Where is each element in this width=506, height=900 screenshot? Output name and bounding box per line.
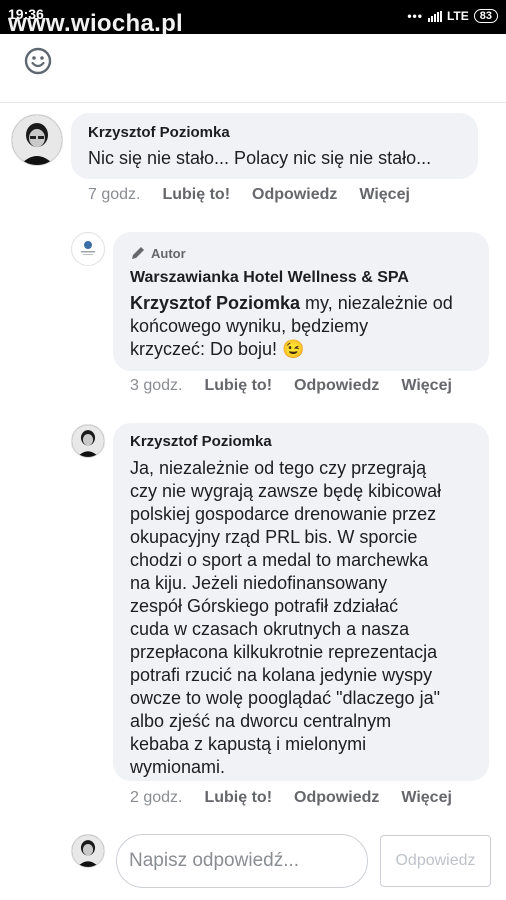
- like-button[interactable]: Lubię to!: [204, 789, 272, 807]
- comment-text-line: na kiju. Jeżeli niedofinansowany: [130, 573, 388, 593]
- comment-text-line: chodzi o sport a medal to marchewka: [130, 550, 429, 570]
- like-button[interactable]: Lubię to!: [162, 186, 230, 204]
- comment-text-line: zespół Górskiego potrafił zdziałać: [130, 596, 399, 616]
- comment-time[interactable]: 2 godz.: [130, 789, 182, 807]
- user-photo-icon: [12, 115, 62, 165]
- reply-link[interactable]: Odpowiedz: [294, 789, 379, 807]
- comment-toolbar: [0, 34, 506, 103]
- mention-link[interactable]: Krzysztof Poziomka: [130, 293, 300, 313]
- comment-text-line: wymionami.: [130, 757, 226, 777]
- comment-text: Nic się nie stało... Polacy nic się nie …: [88, 148, 432, 168]
- more-link[interactable]: Więcej: [359, 186, 410, 204]
- comment-text-line: Ja, niezależnie od tego czy przegrają: [130, 458, 427, 478]
- user-photo-icon: [72, 425, 104, 457]
- comment-time[interactable]: 7 godz.: [88, 186, 140, 204]
- wink-emoji-icon: 😉: [282, 339, 305, 359]
- hotel-logo-icon: [81, 241, 95, 255]
- comment-text-line: cuda w czasach okrutnych a nasza: [130, 619, 410, 639]
- comment-text-line: owcze to wolę pooglądać "dlaczego ja": [130, 688, 440, 708]
- comment-bubble: Autor Warszawianka Hotel Wellness & SPA …: [113, 232, 489, 371]
- pencil-icon: [132, 247, 144, 259]
- comment-text: Ja, niezależnie od tego czy przegrają czy…: [130, 457, 485, 779]
- notification-dots-icon: •••: [407, 9, 423, 23]
- smiley-icon[interactable]: [23, 46, 53, 76]
- avatar[interactable]: [11, 114, 63, 166]
- comment-actions: 3 godz. Lubię to! Odpowiedz Więcej: [130, 377, 452, 395]
- network-type: LTE: [446, 9, 469, 23]
- hotel-logo[interactable]: [71, 232, 105, 266]
- signal-icon: [427, 10, 442, 22]
- comment-bubble: Krzysztof Poziomka Ja, niezależnie od te…: [113, 423, 489, 781]
- reply-link[interactable]: Odpowiedz: [294, 377, 379, 395]
- comment-author[interactable]: Krzysztof Poziomka: [130, 433, 272, 450]
- comment-bubble: Krzysztof Poziomka Nic się nie stało... …: [71, 113, 478, 179]
- comment-text-line: albo zjeść na dworcu centralnym: [130, 711, 392, 731]
- more-link[interactable]: Więcej: [401, 377, 452, 395]
- comment-actions: 7 godz. Lubię to! Odpowiedz Więcej: [88, 186, 410, 204]
- author-badge-label: Autor: [151, 245, 186, 261]
- avatar[interactable]: [71, 834, 105, 868]
- comment-text-line: polskiej gospodarce drenowanie przez: [130, 504, 437, 524]
- author-badge: Autor: [130, 245, 186, 261]
- comment-text-line: czy nie wygrają zawsze będę kibicował: [130, 481, 442, 501]
- comment-actions: 2 godz. Lubię to! Odpowiedz Więcej: [130, 789, 452, 807]
- reply-input[interactable]: Napisz odpowiedź...: [116, 834, 368, 888]
- more-link[interactable]: Więcej: [401, 789, 452, 807]
- battery-indicator: 83: [473, 9, 498, 23]
- comment-text-line: potrafi rzucić na kolana jedynie wyspy: [130, 665, 433, 685]
- comment-text-line: kebaba z kapustą i mielonymi: [130, 734, 367, 754]
- like-button[interactable]: Lubię to!: [204, 377, 272, 395]
- comment-text: Krzysztof Poziomka my, niezależnie od ko…: [130, 293, 453, 359]
- comment-time[interactable]: 3 godz.: [130, 377, 182, 395]
- reply-submit-button[interactable]: Odpowiedz: [380, 835, 491, 887]
- comment-author[interactable]: Warszawianka Hotel Wellness & SPA: [130, 269, 409, 287]
- comment-author[interactable]: Krzysztof Poziomka: [88, 124, 230, 141]
- avatar[interactable]: [71, 424, 105, 458]
- user-photo-icon: [72, 835, 104, 867]
- status-bar: 19:36 www.wiocha.pl ••• LTE 83: [0, 0, 506, 37]
- reply-link[interactable]: Odpowiedz: [252, 186, 337, 204]
- comment-text-line: okupacyjny rząd PRL bis. W sporcie: [130, 527, 418, 547]
- comment-text-line: przepłacona kilkukrotnie reprezentacja: [130, 642, 438, 662]
